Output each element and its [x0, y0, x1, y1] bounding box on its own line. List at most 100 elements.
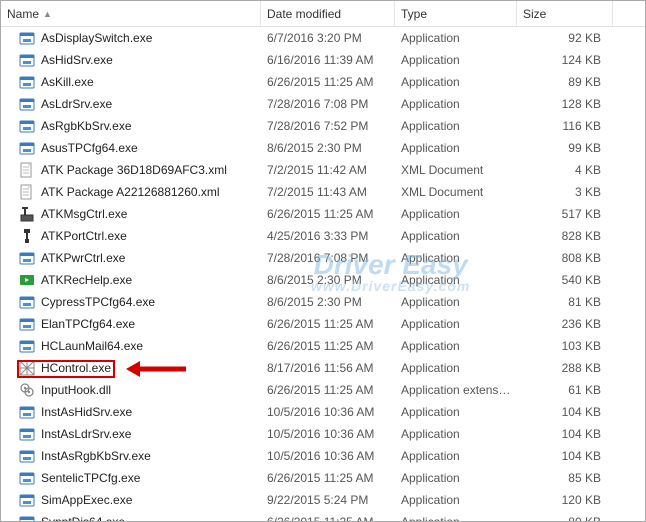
file-size: 828 KB — [517, 229, 607, 243]
hc-icon — [19, 360, 35, 376]
file-row[interactable]: AsLdrSrv.exe7/28/2016 7:08 PMApplication… — [1, 93, 645, 115]
exe-icon — [19, 316, 35, 332]
file-name: SimAppExec.exe — [41, 493, 132, 507]
exe-icon — [19, 30, 35, 46]
file-row[interactable]: SentelicTPCfg.exe6/26/2015 11:25 AMAppli… — [1, 467, 645, 489]
file-date: 10/5/2016 10:36 AM — [261, 405, 395, 419]
file-row[interactable]: ATK Package A22126881260.xml 7/2/2015 11:… — [1, 181, 645, 203]
file-name: AsKill.exe — [41, 75, 94, 89]
exe-icon — [19, 426, 35, 442]
file-date: 6/26/2015 11:25 AM — [261, 339, 395, 353]
file-row[interactable]: ATK Package 36D18D69AFC3.xml7/2/2015 11:… — [1, 159, 645, 181]
file-date: 6/26/2015 11:25 AM — [261, 471, 395, 485]
file-name: AsusTPCfg64.exe — [41, 141, 138, 155]
exe-icon — [19, 470, 35, 486]
file-size: 3 KB — [517, 185, 607, 199]
file-date: 8/6/2015 2:30 PM — [261, 295, 395, 309]
file-size: 80 KB — [517, 515, 607, 521]
column-header-date-label: Date modified — [267, 7, 341, 21]
file-name: ATK Package A22126881260.xml — [41, 185, 220, 199]
file-size: 104 KB — [517, 405, 607, 419]
file-size: 517 KB — [517, 207, 607, 221]
file-type: Application — [395, 361, 517, 375]
file-type: XML Document — [395, 185, 517, 199]
file-row[interactable]: InstAsLdrSrv.exe 10/5/2016 10:36 AMApplic… — [1, 423, 645, 445]
file-type: Application — [395, 449, 517, 463]
file-row[interactable]: ATKRecHelp.exe8/6/2015 2:30 PMApplicatio… — [1, 269, 645, 291]
file-size: 99 KB — [517, 141, 607, 155]
file-size: 128 KB — [517, 97, 607, 111]
file-date: 7/2/2015 11:43 AM — [261, 185, 395, 199]
sort-ascending-icon: ▲ — [43, 9, 52, 19]
file-row[interactable]: HControl.exe8/17/2016 11:56 AMApplicatio… — [1, 357, 645, 379]
file-type: Application — [395, 515, 517, 521]
file-type: Application — [395, 207, 517, 221]
file-type: XML Document — [395, 163, 517, 177]
file-row[interactable]: AsHidSrv.exe6/16/2016 11:39 AMApplicatio… — [1, 49, 645, 71]
file-name: InputHook.dll — [41, 383, 111, 397]
file-row[interactable]: SynptDis64.exe6/26/2015 11:25 AMApplicat… — [1, 511, 645, 521]
file-size: 61 KB — [517, 383, 607, 397]
file-name: ATKPwrCtrl.exe — [41, 251, 125, 265]
file-name: ATKMsgCtrl.exe — [41, 207, 127, 221]
file-date: 6/16/2016 11:39 AM — [261, 53, 395, 67]
file-size: 103 KB — [517, 339, 607, 353]
exe-icon — [19, 338, 35, 354]
file-date: 6/26/2015 11:25 AM — [261, 317, 395, 331]
column-header-date[interactable]: Date modified — [261, 1, 395, 26]
exe-icon — [19, 96, 35, 112]
file-date: 7/28/2016 7:08 PM — [261, 251, 395, 265]
file-name: InstAsHidSrv.exe — [41, 405, 132, 419]
file-row[interactable]: InputHook.dll6/26/2015 11:25 AMApplicati… — [1, 379, 645, 401]
file-row[interactable]: ATKPortCtrl.exe4/25/2016 3:33 PMApplicat… — [1, 225, 645, 247]
file-name: SynptDis64.exe — [41, 515, 125, 521]
file-list[interactable]: AsDisplaySwitch.exe6/7/2016 3:20 PMAppli… — [1, 27, 645, 521]
file-row[interactable]: ATKMsgCtrl.exe 6/26/2015 11:25 AMApplicat… — [1, 203, 645, 225]
file-row[interactable]: CypressTPCfg64.exe8/6/2015 2:30 PMApplic… — [1, 291, 645, 313]
file-size: 116 KB — [517, 119, 607, 133]
file-date: 8/6/2015 2:30 PM — [261, 273, 395, 287]
file-row[interactable]: SimAppExec.exe9/22/2015 5:24 PMApplicati… — [1, 489, 645, 511]
exe-icon — [19, 250, 35, 266]
file-name: ElanTPCfg64.exe — [41, 317, 135, 331]
file-row[interactable]: ATKPwrCtrl.exe7/28/2016 7:08 PMApplicati… — [1, 247, 645, 269]
file-date: 6/26/2015 11:25 AM — [261, 207, 395, 221]
exe-icon — [19, 294, 35, 310]
file-date: 10/5/2016 10:36 AM — [261, 449, 395, 463]
file-row[interactable]: HCLaunMail64.exe6/26/2015 11:25 AMApplic… — [1, 335, 645, 357]
file-date: 10/5/2016 10:36 AM — [261, 427, 395, 441]
file-date: 7/28/2016 7:08 PM — [261, 97, 395, 111]
file-name: AsRgbKbSrv.exe — [41, 119, 132, 133]
msg-icon — [19, 206, 35, 222]
exe-icon — [19, 404, 35, 420]
column-header-type-label: Type — [401, 7, 427, 21]
file-name: InstAsLdrSrv.exe — [41, 427, 131, 441]
column-header-row: Name ▲ Date modified Type Size — [1, 1, 645, 27]
exe-icon — [19, 492, 35, 508]
exe-icon — [19, 52, 35, 68]
file-type: Application — [395, 75, 517, 89]
file-row[interactable]: AsRgbKbSrv.exe7/28/2016 7:52 PMApplicati… — [1, 115, 645, 137]
column-header-type[interactable]: Type — [395, 1, 517, 26]
file-row[interactable]: AsKill.exe6/26/2015 11:25 AMApplication8… — [1, 71, 645, 93]
file-row[interactable]: InstAsHidSrv.exe10/5/2016 10:36 AMApplic… — [1, 401, 645, 423]
file-date: 7/28/2016 7:52 PM — [261, 119, 395, 133]
file-name: AsDisplaySwitch.exe — [41, 31, 152, 45]
column-header-size[interactable]: Size — [517, 1, 613, 26]
file-row[interactable]: AsDisplaySwitch.exe 6/7/2016 3:20 PMAppli… — [1, 27, 645, 49]
column-header-name[interactable]: Name ▲ — [1, 1, 261, 26]
file-type: Application — [395, 273, 517, 287]
file-date: 9/22/2015 5:24 PM — [261, 493, 395, 507]
file-date: 4/25/2016 3:33 PM — [261, 229, 395, 243]
file-size: 288 KB — [517, 361, 607, 375]
file-row[interactable]: AsusTPCfg64.exe8/6/2015 2:30 PMApplicati… — [1, 137, 645, 159]
file-row[interactable]: ElanTPCfg64.exe6/26/2015 11:25 AMApplica… — [1, 313, 645, 335]
file-type: Application — [395, 427, 517, 441]
rec-icon — [19, 272, 35, 288]
file-row[interactable]: InstAsRgbKbSrv.exe10/5/2016 10:36 AMAppl… — [1, 445, 645, 467]
file-size: 81 KB — [517, 295, 607, 309]
exe-icon — [19, 448, 35, 464]
file-date: 6/7/2016 3:20 PM — [261, 31, 395, 45]
file-type: Application — [395, 31, 517, 45]
file-size: 89 KB — [517, 75, 607, 89]
